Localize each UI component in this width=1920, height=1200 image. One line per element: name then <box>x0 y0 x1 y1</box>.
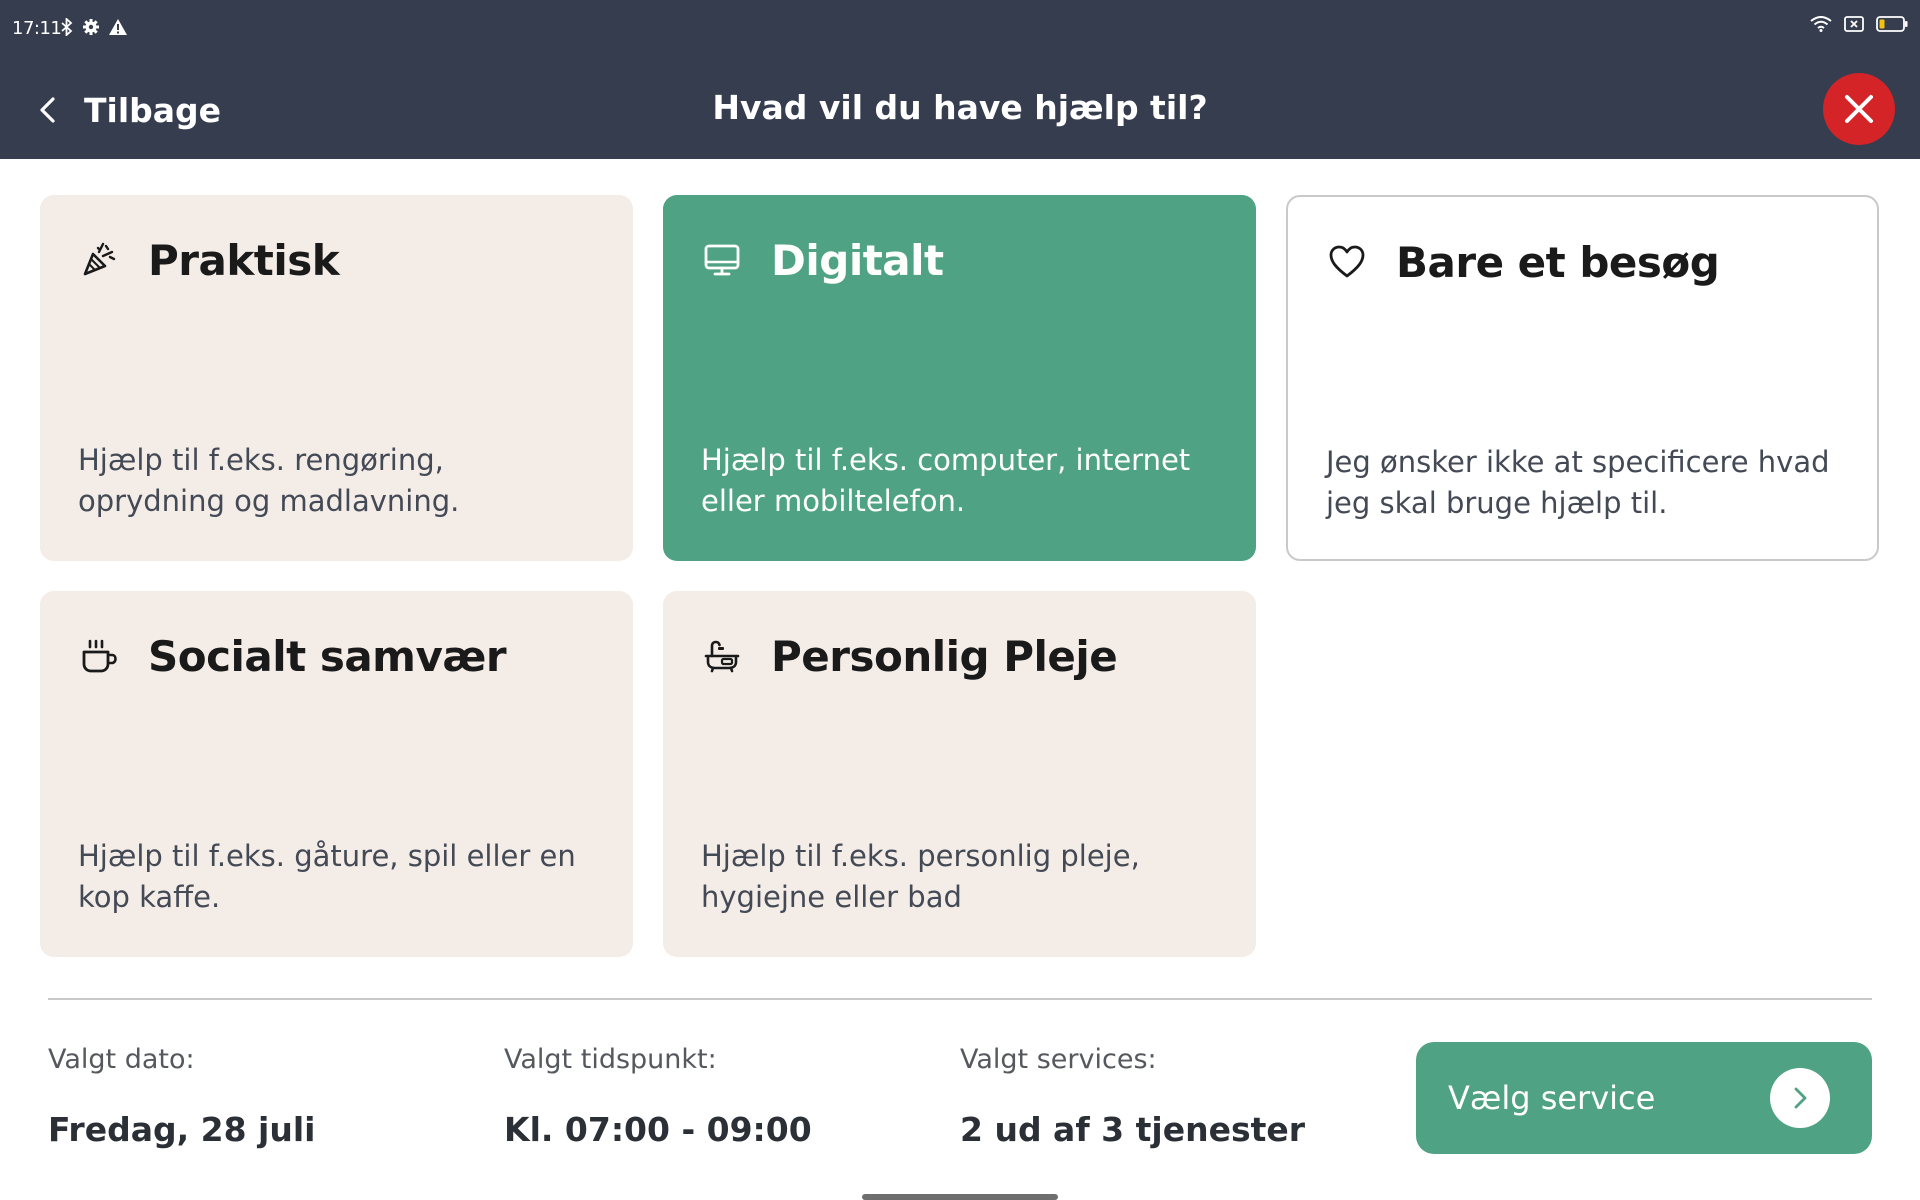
card-description: Hjælp til f.eks. rengøring, oprydning og… <box>78 443 460 518</box>
card-header: Socialt samvær <box>78 627 597 685</box>
card-socialt-samvaer[interactable]: Socialt samvær Hjælp til f.eks. gåture, … <box>40 591 633 957</box>
settings-icon <box>82 18 100 41</box>
card-header: Digitalt <box>701 231 1220 289</box>
top-bar: 17:11 Tilbage Hvad vil du have hjælp til… <box>0 0 1920 159</box>
card-title: Bare et besøg <box>1396 237 1720 287</box>
date-label: Valgt dato: <box>48 1044 195 1075</box>
card-praktisk[interactable]: Praktisk Hjælp til f.eks. rengøring, opr… <box>40 195 633 561</box>
card-title: Digitalt <box>771 235 944 285</box>
time-value: Kl. 07:00 - 09:00 <box>504 1110 812 1149</box>
bathtub-icon <box>701 635 743 677</box>
coffee-cup-icon <box>78 635 120 677</box>
card-title: Socialt samvær <box>148 631 507 681</box>
monitor-icon <box>701 239 743 281</box>
battery-icon <box>1876 16 1908 36</box>
warning-icon <box>108 18 128 41</box>
broom-icon <box>78 239 120 281</box>
close-icon <box>1845 95 1873 123</box>
chevron-right-icon <box>1770 1068 1830 1128</box>
services-value: 2 ud af 3 tjenester <box>960 1110 1306 1149</box>
card-description: Hjælp til f.eks. computer, internet elle… <box>701 443 1191 518</box>
status-bar: 17:11 <box>0 0 1920 60</box>
card-header: Praktisk <box>78 231 597 289</box>
footer-divider <box>48 998 1872 1000</box>
card-description: Hjælp til f.eks. personlig pleje, hygiej… <box>701 839 1140 914</box>
choose-service-button[interactable]: Vælg service <box>1416 1042 1872 1154</box>
card-digitalt[interactable]: Digitalt Hjælp til f.eks. computer, inte… <box>663 195 1256 561</box>
card-title: Praktisk <box>148 235 340 285</box>
close-button[interactable] <box>1823 73 1895 145</box>
card-description: Hjælp til f.eks. gåture, spil eller en k… <box>78 839 576 914</box>
sim-icon <box>1844 16 1864 36</box>
bluetooth-icon <box>60 16 74 41</box>
app-bar: Tilbage Hvad vil du have hjælp til? <box>0 60 1920 159</box>
card-header: Personlig Pleje <box>701 627 1220 685</box>
home-indicator[interactable] <box>862 1194 1058 1200</box>
card-description: Jeg ønsker ikke at specificere hvad jeg … <box>1326 445 1830 520</box>
card-bare-et-besoeg[interactable]: Bare et besøg Jeg ønsker ikke at specifi… <box>1286 195 1879 561</box>
card-title: Personlig Pleje <box>771 631 1118 681</box>
page-title: Hvad vil du have hjælp til? <box>712 88 1208 127</box>
services-label: Valgt services: <box>960 1044 1157 1075</box>
status-time: 17:11 <box>12 18 62 39</box>
wifi-icon <box>1810 16 1832 36</box>
date-value: Fredag, 28 juli <box>48 1110 316 1149</box>
time-label: Valgt tidspunkt: <box>504 1044 717 1075</box>
status-icons-left <box>60 16 128 41</box>
status-icons-right <box>1810 16 1908 36</box>
card-header: Bare et besøg <box>1326 233 1841 291</box>
heart-icon <box>1326 241 1368 283</box>
choose-service-label: Vælg service <box>1448 1079 1656 1117</box>
card-personlig-pleje[interactable]: Personlig Pleje Hjælp til f.eks. personl… <box>663 591 1256 957</box>
